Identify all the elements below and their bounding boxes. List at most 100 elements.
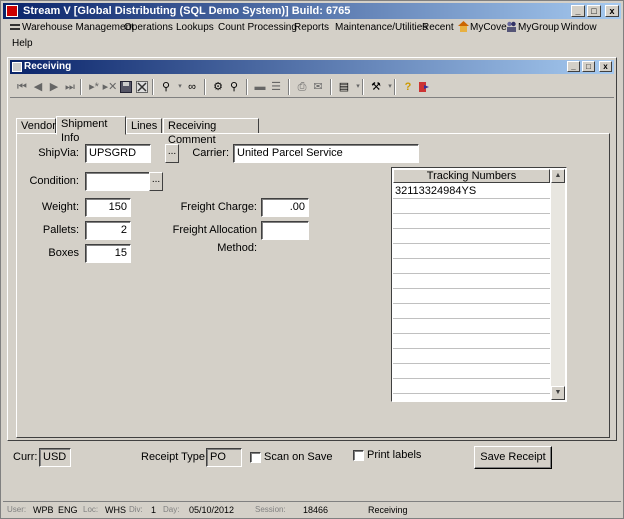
print-labels-checkbox[interactable] <box>353 450 364 461</box>
condition-lookup-button[interactable]: ... <box>149 172 163 191</box>
shipvia-lookup-button[interactable]: ... <box>165 144 179 163</box>
tracking-row[interactable] <box>393 364 550 379</box>
exit-icon[interactable] <box>416 79 432 95</box>
tracking-row[interactable] <box>393 259 550 274</box>
menu-help[interactable]: Help <box>9 37 36 51</box>
freight-allocation-input[interactable] <box>261 221 309 240</box>
status-screen: Receiving <box>368 505 408 515</box>
next-record-icon[interactable]: ▶ <box>46 79 62 95</box>
menu-bar: Warehouse Management Operations Lookups … <box>3 19 621 53</box>
previous-record-icon[interactable]: ◀ <box>30 79 46 95</box>
minimize-button[interactable]: _ <box>571 5 585 17</box>
status-day: 05/10/2012 <box>189 505 235 515</box>
tracking-row[interactable] <box>393 304 550 319</box>
save-icon[interactable] <box>118 79 134 95</box>
email-icon[interactable]: ✉ <box>310 79 326 95</box>
weight-input[interactable]: 150 <box>85 198 131 217</box>
menu-maintenance-utilities[interactable]: Maintenance/Utilities <box>332 21 430 35</box>
currency-label: Curr: <box>13 451 38 463</box>
status-user-label: User: <box>7 505 27 514</box>
tracking-row[interactable] <box>393 289 550 304</box>
first-record-icon[interactable]: ⏮ <box>14 79 30 95</box>
child-close-button[interactable]: x <box>599 61 612 72</box>
tracking-row[interactable] <box>393 199 550 214</box>
shipvia-input[interactable]: UPSGRD <box>85 144 151 163</box>
add-record-icon[interactable]: ▸* <box>86 79 102 95</box>
menu-count-processing[interactable]: Count Processing <box>215 21 300 35</box>
app-title: Stream V [Global Distributing (SQL Demo … <box>23 5 351 17</box>
save-receipt-button[interactable]: Save Receipt <box>474 446 552 469</box>
pallets-input[interactable]: 2 <box>85 221 131 240</box>
zoom-icon[interactable]: ⚙ <box>210 79 226 95</box>
binoculars-icon[interactable]: ∞ <box>184 79 200 95</box>
print-labels-label: Print labels <box>367 449 422 461</box>
toolbar-separator <box>152 79 154 95</box>
tracking-numbers-grid[interactable]: Tracking Numbers 32113324984YS ▲ ▼ <box>391 167 567 402</box>
status-bar: User: WPB ENG Loc: WHS Div: 1 Day: 05/10… <box>3 501 621 518</box>
tracking-row[interactable] <box>393 214 550 229</box>
app-window: Stream V [Global Distributing (SQL Demo … <box>0 0 624 519</box>
tab-shipment-info[interactable]: Shipment Info <box>56 116 126 144</box>
maximize-button[interactable]: □ <box>587 5 601 17</box>
freight-charge-input[interactable]: .00 <box>261 198 309 217</box>
freight-charge-label: Freight Charge: <box>180 201 257 213</box>
boxes-input[interactable]: 15 <box>85 244 131 263</box>
menu-mygroup[interactable]: MyGroup <box>503 21 562 35</box>
last-record-icon[interactable]: ⏭ <box>62 79 78 95</box>
tab-lines[interactable]: Lines <box>126 118 162 134</box>
tracking-row[interactable] <box>393 229 550 244</box>
currency-field: USD <box>39 448 71 467</box>
pallets-label: Pallets: <box>42 224 79 236</box>
status-user: WPB <box>33 505 54 515</box>
freight-allocation-label: Freight Allocation Method: <box>172 224 257 254</box>
tab-vendor[interactable]: Vendor <box>16 118 56 134</box>
toolbar-separator <box>362 79 364 95</box>
scroll-up-icon[interactable]: ▲ <box>551 169 565 183</box>
close-button[interactable]: x <box>605 5 619 17</box>
tracking-row[interactable] <box>393 349 550 364</box>
condition-input[interactable] <box>85 172 151 191</box>
scroll-down-icon[interactable]: ▼ <box>551 386 565 400</box>
app-logo-icon <box>6 5 18 17</box>
delete-record-icon[interactable]: ▸✕ <box>102 79 118 95</box>
receiving-title-bar[interactable]: Receiving _ □ x <box>10 60 614 74</box>
tracking-row[interactable]: 32113324984YS <box>393 184 550 199</box>
status-location: WHS <box>105 505 126 515</box>
status-div-label: Div: <box>129 505 143 514</box>
scan-on-save-checkbox[interactable] <box>250 452 261 463</box>
scan-on-save-label: Scan on Save <box>264 451 333 463</box>
menu-recent[interactable]: Recent <box>419 21 457 35</box>
menu-mycove[interactable]: MyCove <box>455 21 510 35</box>
child-maximize-button[interactable]: □ <box>582 61 595 72</box>
cancel-icon[interactable] <box>134 79 150 95</box>
carrier-label: Carrier: <box>192 147 229 159</box>
help-icon[interactable]: ? <box>400 79 416 95</box>
status-session: 18466 <box>303 505 329 515</box>
search-icon[interactable]: ⚲ <box>226 79 242 95</box>
status-language: ENG <box>58 505 78 515</box>
tracking-numbers-header[interactable]: Tracking Numbers <box>393 169 550 183</box>
tracking-row[interactable] <box>393 334 550 349</box>
print-icon[interactable]: ⎙ <box>294 79 310 95</box>
toolbar-separator <box>330 79 332 95</box>
child-minimize-button[interactable]: _ <box>567 61 580 72</box>
app-title-bar[interactable]: Stream V [Global Distributing (SQL Demo … <box>3 3 621 19</box>
receiving-window-icon <box>12 62 22 72</box>
carrier-input[interactable]: United Parcel Service <box>233 144 419 163</box>
toolbar-separator <box>204 79 206 95</box>
tracking-row[interactable] <box>393 244 550 259</box>
menu-reports[interactable]: Reports <box>291 21 332 35</box>
menu-warehouse-management[interactable]: Warehouse Management <box>7 21 137 35</box>
list-view-icon[interactable]: ☰ <box>268 79 284 95</box>
menu-window[interactable]: Window <box>558 21 600 35</box>
tracking-scrollbar[interactable]: ▲ ▼ <box>551 169 565 400</box>
form-view-icon[interactable]: ▬ <box>252 79 268 95</box>
menu-operations[interactable]: Operations <box>121 21 176 35</box>
menu-lookups[interactable]: Lookups <box>173 21 217 35</box>
tracking-row[interactable] <box>393 319 550 334</box>
group-icon <box>506 21 517 32</box>
toolbar-separator <box>246 79 248 95</box>
tab-receiving-comment[interactable]: Receiving Comment <box>163 118 259 146</box>
tracking-row[interactable] <box>393 274 550 289</box>
tracking-row[interactable] <box>393 379 550 394</box>
